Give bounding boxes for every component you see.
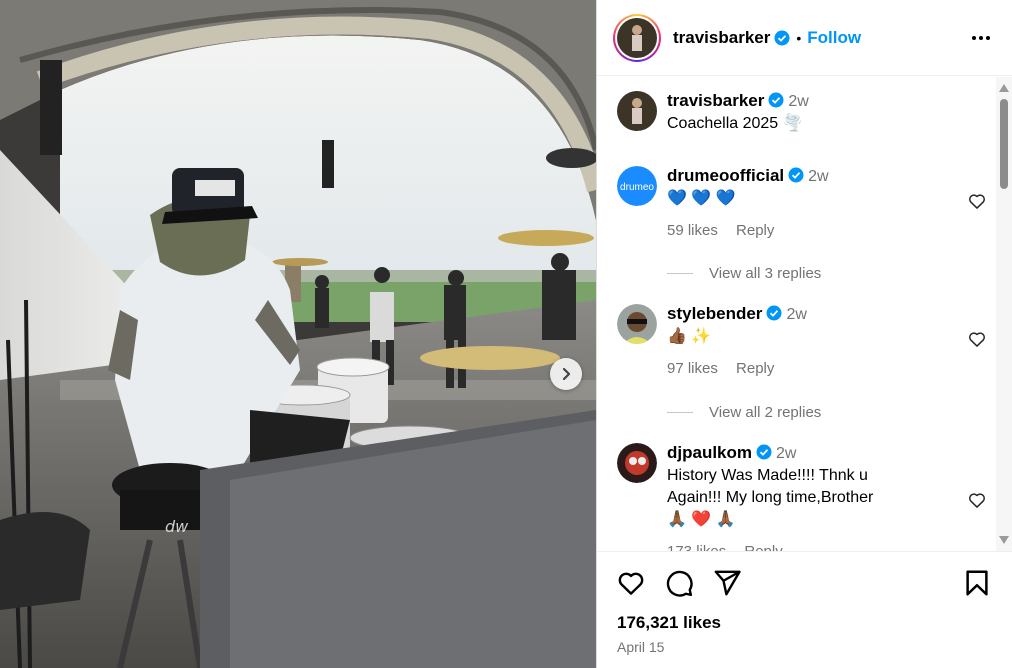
- view-replies-button[interactable]: View all 3 replies: [667, 265, 821, 282]
- replies-divider: [667, 273, 693, 274]
- heart-icon: [969, 332, 985, 347]
- scroll-up-arrow[interactable]: [999, 84, 1009, 92]
- caption-time: 2w: [788, 93, 809, 110]
- comment-text-line: Again!!! My long time,Brother: [667, 489, 874, 506]
- verified-badge-icon: [774, 30, 790, 45]
- comment-username[interactable]: stylebender: [667, 304, 762, 323]
- author-avatar: [617, 17, 657, 58]
- comment-username[interactable]: drumeoofficial: [667, 166, 784, 185]
- caption-avatar[interactable]: [617, 91, 657, 131]
- share-button[interactable]: [711, 568, 743, 600]
- author-username[interactable]: travisbarker: [673, 28, 770, 48]
- comment-text: 👍🏾 ✨: [667, 328, 712, 345]
- verified-badge-icon: [788, 167, 804, 183]
- svg-text:dw: dw: [165, 517, 189, 536]
- bookmark-icon: [966, 570, 988, 596]
- comment-text-line: 🙏🏾 ❤️ 🙏🏾: [667, 511, 736, 528]
- commenter-avatar[interactable]: [617, 443, 657, 483]
- scroll-down-arrow[interactable]: [999, 536, 1009, 544]
- more-options-icon: [972, 36, 990, 40]
- view-replies-label: View all 2 replies: [709, 404, 822, 421]
- more-options-button[interactable]: [969, 26, 993, 50]
- comment-text: 💙 💙 💙: [667, 190, 736, 207]
- comments-list[interactable]: travisbarker 2w Coachella 2025 🌪️ drumeo …: [597, 77, 1012, 551]
- comment-like-button[interactable]: [967, 490, 987, 510]
- view-replies-label: View all 3 replies: [709, 265, 822, 282]
- caption-text: Coachella 2025 🌪️: [667, 115, 803, 132]
- comment-item: djpaulkom 2w History Was Made!!!! Thnk u …: [617, 443, 997, 551]
- post-media[interactable]: dw: [0, 0, 596, 668]
- heart-icon: [969, 493, 985, 508]
- comment-item: stylebender 2w 👍🏾 ✨ 97 likes Reply: [617, 304, 997, 384]
- follow-button[interactable]: Follow: [807, 28, 861, 48]
- reply-button[interactable]: Reply: [736, 222, 774, 239]
- save-button[interactable]: [961, 568, 993, 600]
- caption-row: travisbarker 2w Coachella 2025 🌪️: [617, 91, 997, 135]
- comment-like-count[interactable]: 173 likes: [667, 543, 726, 551]
- post-side-panel: travisbarker • Follow travisbarker 2w Co…: [596, 0, 1012, 668]
- verified-badge-icon: [766, 305, 782, 321]
- comment-like-button[interactable]: [967, 191, 987, 211]
- view-replies-button[interactable]: View all 2 replies: [667, 404, 821, 421]
- post-header: travisbarker • Follow: [597, 0, 1012, 76]
- post-viewer: dw travisbarker • Follow travisbarker 2w…: [0, 0, 1012, 668]
- comments-scrollbar[interactable]: [996, 77, 1012, 551]
- comment-like-count[interactable]: 59 likes: [667, 222, 718, 239]
- caption-username[interactable]: travisbarker: [667, 91, 764, 110]
- chevron-right-icon: [562, 367, 571, 381]
- comment-button[interactable]: [663, 568, 695, 600]
- concert-stage-photo: dw: [0, 0, 596, 668]
- drumeo-logo-text: drumeo: [620, 182, 654, 193]
- comment-username[interactable]: djpaulkom: [667, 443, 752, 462]
- scroll-thumb[interactable]: [1000, 99, 1008, 189]
- comment-icon: [666, 570, 693, 597]
- author-avatar-story-ring[interactable]: [613, 13, 661, 62]
- comment-like-count[interactable]: 97 likes: [667, 360, 718, 377]
- comment-time: 2w: [786, 306, 807, 323]
- comment-time: 2w: [808, 168, 829, 185]
- replies-divider: [667, 412, 693, 413]
- heart-icon: [618, 572, 644, 595]
- reply-button[interactable]: Reply: [736, 360, 774, 377]
- like-button[interactable]: [615, 568, 647, 600]
- comment-text-line: History Was Made!!!! Thnk u: [667, 467, 868, 484]
- separator-dot: •: [796, 29, 802, 46]
- post-like-count[interactable]: 176,321 likes: [617, 613, 721, 633]
- comment-text: History Was Made!!!! Thnk u Again!!! My …: [667, 465, 957, 531]
- comment-time: 2w: [776, 445, 797, 462]
- reply-button[interactable]: Reply: [744, 543, 782, 551]
- verified-badge-icon: [768, 92, 784, 108]
- heart-icon: [969, 194, 985, 209]
- comment-like-button[interactable]: [967, 329, 987, 349]
- commenter-avatar[interactable]: [617, 304, 657, 344]
- comment-item: drumeo drumeoofficial 2w 💙 💙 💙 59 likes R…: [617, 166, 997, 246]
- post-actions: 176,321 likes April 15: [597, 551, 1012, 668]
- paper-plane-icon: [714, 570, 741, 596]
- next-media-button[interactable]: [550, 358, 582, 390]
- post-date[interactable]: April 15: [617, 639, 664, 655]
- commenter-avatar[interactable]: drumeo: [617, 166, 657, 206]
- verified-badge-icon: [756, 444, 772, 460]
